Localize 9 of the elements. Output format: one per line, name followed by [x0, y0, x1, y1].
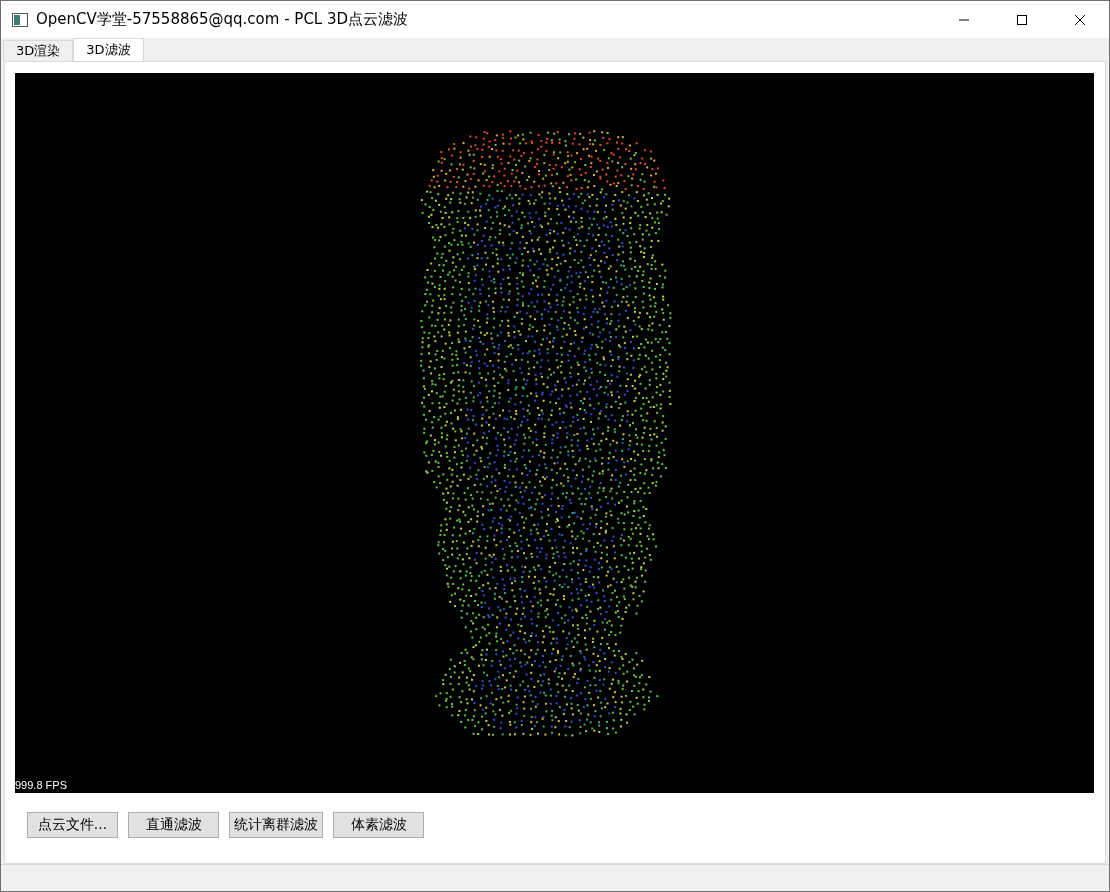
- window-title: OpenCV学堂-57558865@qq.com - PCL 3D点云滤波: [36, 10, 410, 29]
- filter-button[interactable]: 统计离群滤波: [229, 812, 323, 838]
- tab[interactable]: 3D渲染: [3, 40, 74, 61]
- tab[interactable]: 3D滤波: [73, 38, 144, 61]
- filter-button[interactable]: 点云文件...: [27, 812, 118, 838]
- fps-counter: 999.8 FPS: [15, 779, 67, 791]
- filter-button[interactable]: 体素滤波: [333, 812, 424, 838]
- filter-button[interactable]: 直通滤波: [128, 812, 219, 838]
- window-app-icon: [12, 11, 28, 28]
